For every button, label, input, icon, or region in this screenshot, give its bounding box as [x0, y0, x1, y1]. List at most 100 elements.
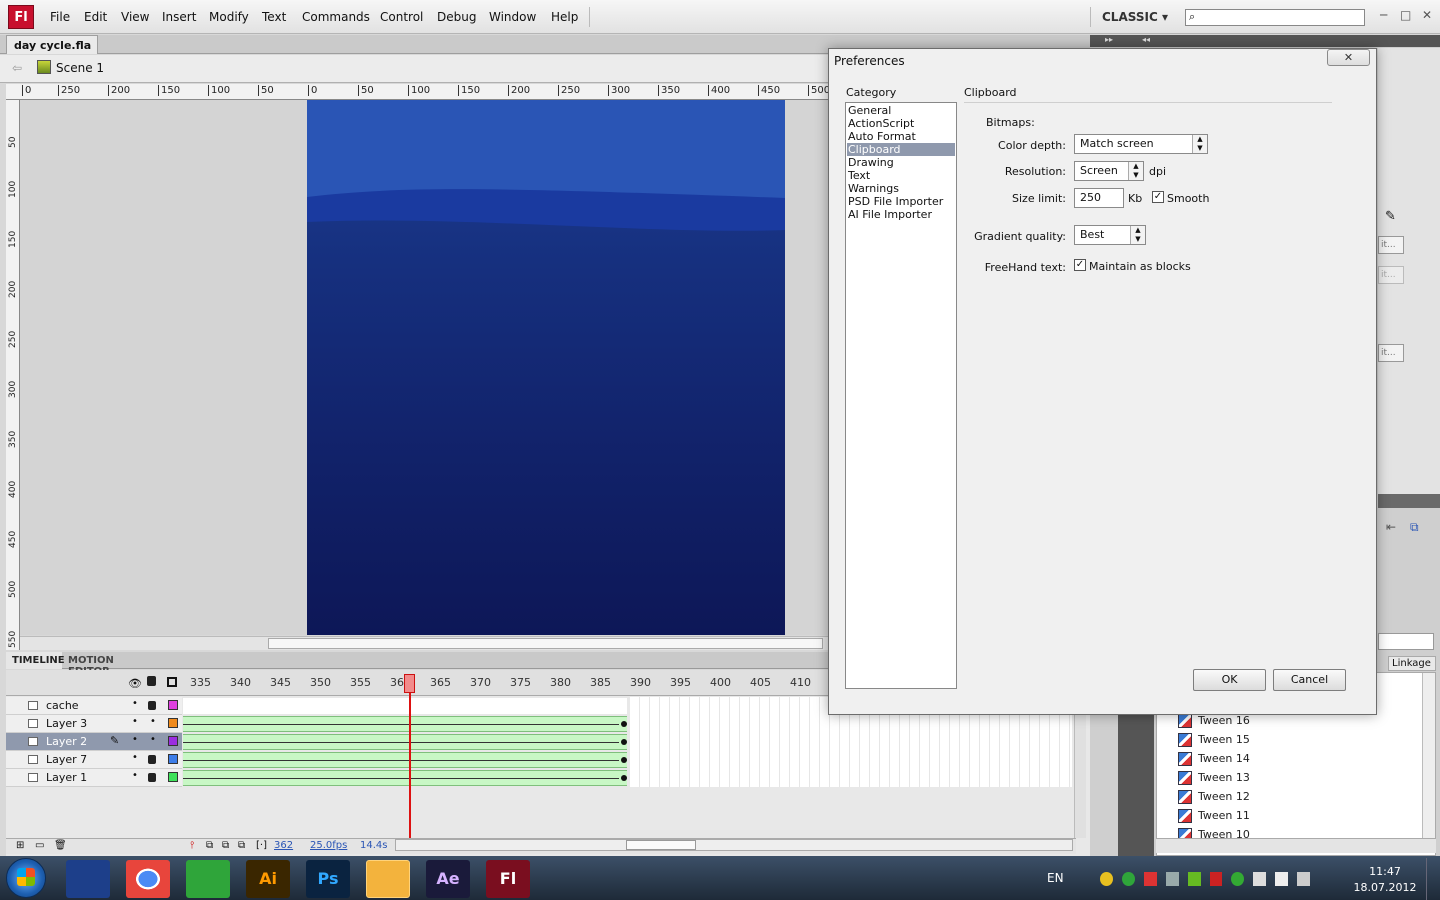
category-item[interactable]: PSD File Importer — [847, 195, 955, 208]
library-item[interactable]: Tween 15 — [1198, 733, 1250, 752]
new-symbol-icon[interactable]: ⇤ — [1386, 520, 1396, 534]
visibility-dot-icon[interactable]: • — [132, 734, 138, 745]
after-effects-icon[interactable]: Ae — [426, 860, 470, 898]
stage-horizontal-scrollbar[interactable] — [20, 636, 828, 650]
edit-button-2[interactable]: it... — [1378, 266, 1404, 284]
layer-row[interactable]: cache • — [6, 697, 182, 715]
outline-color-icon[interactable] — [168, 718, 178, 728]
edit-button-3[interactable]: it... — [1378, 344, 1404, 362]
category-item[interactable]: AI File Importer — [847, 208, 955, 221]
resolution-select[interactable]: Screen ▲ ▼ — [1074, 161, 1144, 181]
onion-outline-icon[interactable]: ⧉ — [222, 840, 229, 851]
nvidia-tray-icon[interactable] — [1187, 872, 1201, 886]
frame-rate[interactable]: 25.0fps — [310, 840, 347, 851]
layer-row[interactable]: Layer 7 • — [6, 751, 182, 769]
gradient-quality-select[interactable]: Best ▲ ▼ — [1074, 225, 1146, 245]
cancel-button[interactable]: Cancel — [1273, 669, 1346, 691]
scroll-thumb[interactable] — [268, 638, 823, 649]
tray-notify-icon[interactable] — [1100, 872, 1113, 886]
maximize-button[interactable]: □ — [1400, 8, 1411, 22]
outline-color-icon[interactable] — [168, 754, 178, 764]
library-search-input[interactable] — [1378, 633, 1434, 650]
language-indicator[interactable]: EN — [1047, 871, 1064, 885]
lock-icon[interactable] — [148, 701, 156, 710]
pin-library-icon[interactable]: ⧉ — [1410, 520, 1419, 535]
menu-view[interactable]: View — [121, 10, 149, 24]
category-item[interactable]: Warnings — [847, 182, 955, 195]
save-app-icon[interactable] — [66, 860, 110, 898]
lock-dot-icon[interactable]: • — [150, 734, 156, 745]
tray-tool-icon[interactable] — [1165, 872, 1179, 886]
tray-flag-icon[interactable] — [1143, 872, 1157, 886]
lock-all-icon[interactable] — [147, 676, 156, 686]
skype-icon[interactable] — [366, 860, 410, 898]
tween-span[interactable] — [183, 716, 627, 732]
maintain-blocks-checkbox[interactable]: ✓ — [1074, 259, 1086, 271]
edit-button-1[interactable]: it... — [1378, 236, 1404, 254]
layer-row[interactable]: Layer 3 • • — [6, 715, 182, 733]
ok-button[interactable]: OK — [1193, 669, 1266, 691]
category-item[interactable]: Clipboard — [847, 143, 955, 156]
timeline-horizontal-scrollbar[interactable] — [395, 839, 1073, 851]
tween-span[interactable] — [183, 752, 627, 768]
utorrent-tray-icon[interactable] — [1121, 872, 1135, 886]
library-column-linkage[interactable]: Linkage — [1388, 656, 1436, 671]
new-folder-icon[interactable]: ▭ — [35, 840, 44, 851]
onion-skin-icon[interactable]: ⧉ — [206, 840, 213, 851]
outline-all-icon[interactable] — [167, 677, 177, 687]
scene-label[interactable]: Scene 1 — [56, 61, 104, 75]
show-desktop-button[interactable] — [1426, 858, 1440, 900]
chrome-icon[interactable] — [126, 860, 170, 898]
menu-file[interactable]: File — [50, 10, 70, 24]
lock-icon[interactable] — [148, 773, 156, 782]
library-item[interactable]: Tween 14 — [1198, 752, 1250, 771]
pencil-icon[interactable]: ✎ — [1385, 209, 1396, 224]
menu-text[interactable]: Text — [262, 10, 286, 24]
layer-row[interactable]: Layer 2 ✎ • • — [6, 733, 182, 751]
workspace-switcher[interactable]: CLASSIC ▾ — [1102, 10, 1168, 24]
category-item[interactable]: Auto Format — [847, 130, 955, 143]
tab-timeline[interactable]: TIMELINE — [6, 652, 65, 669]
menu-window[interactable]: Window — [489, 10, 536, 24]
empty-frames[interactable] — [630, 715, 1072, 733]
category-item[interactable]: General — [847, 104, 955, 117]
menu-commands[interactable]: Commands — [302, 10, 370, 24]
photoshop-icon[interactable]: Ps — [306, 860, 350, 898]
tray-green-icon[interactable] — [1231, 872, 1245, 886]
menu-modify[interactable]: Modify — [209, 10, 249, 24]
expand-panels-icon[interactable]: ▸▸ — [1105, 35, 1113, 44]
category-item[interactable]: Drawing — [847, 156, 955, 169]
color-depth-select[interactable]: Match screen ▲ ▼ — [1074, 134, 1208, 154]
empty-frames[interactable] — [630, 751, 1072, 769]
new-layer-icon[interactable]: ⊞ — [16, 840, 24, 851]
antivirus-tray-icon[interactable] — [1209, 872, 1223, 886]
volume-icon[interactable] — [1253, 872, 1267, 886]
tween-span[interactable] — [183, 734, 627, 750]
timeline-scroll-thumb[interactable] — [626, 840, 696, 850]
lock-icon[interactable] — [148, 755, 156, 764]
tween-span[interactable] — [183, 698, 627, 714]
layer-row[interactable]: Layer 1 • — [6, 769, 182, 787]
library-item[interactable]: Tween 13 — [1198, 771, 1250, 790]
illustrator-icon[interactable]: Ai — [246, 860, 290, 898]
close-window-button[interactable]: ✕ — [1422, 8, 1432, 22]
category-item[interactable]: Text — [847, 169, 955, 182]
tab-motion-editor[interactable]: MOTION EDITOR — [68, 652, 158, 677]
outline-color-icon[interactable] — [168, 772, 178, 782]
library-item[interactable]: Tween 12 — [1198, 790, 1250, 809]
visibility-dot-icon[interactable]: • — [132, 752, 138, 763]
menu-help[interactable]: Help — [551, 10, 578, 24]
delete-layer-icon[interactable]: 🗑 — [54, 840, 67, 851]
tween-span[interactable] — [183, 770, 627, 786]
clock[interactable]: 11:47 18.07.2012 — [1350, 864, 1420, 896]
current-frame[interactable]: 362 — [274, 840, 293, 851]
category-item[interactable]: ActionScript — [847, 117, 955, 130]
eye-icon[interactable]: 👁 — [128, 677, 142, 690]
size-limit-input[interactable]: 250 — [1074, 188, 1124, 208]
back-arrow-icon[interactable]: ⇦ — [12, 61, 22, 75]
menu-insert[interactable]: Insert — [162, 10, 196, 24]
menu-debug[interactable]: Debug — [437, 10, 476, 24]
library-item[interactable]: Tween 11 — [1198, 809, 1250, 828]
help-search-input[interactable]: ⌕ — [1185, 9, 1365, 26]
document-tab[interactable]: day cycle.fla ✕ — [6, 35, 98, 65]
